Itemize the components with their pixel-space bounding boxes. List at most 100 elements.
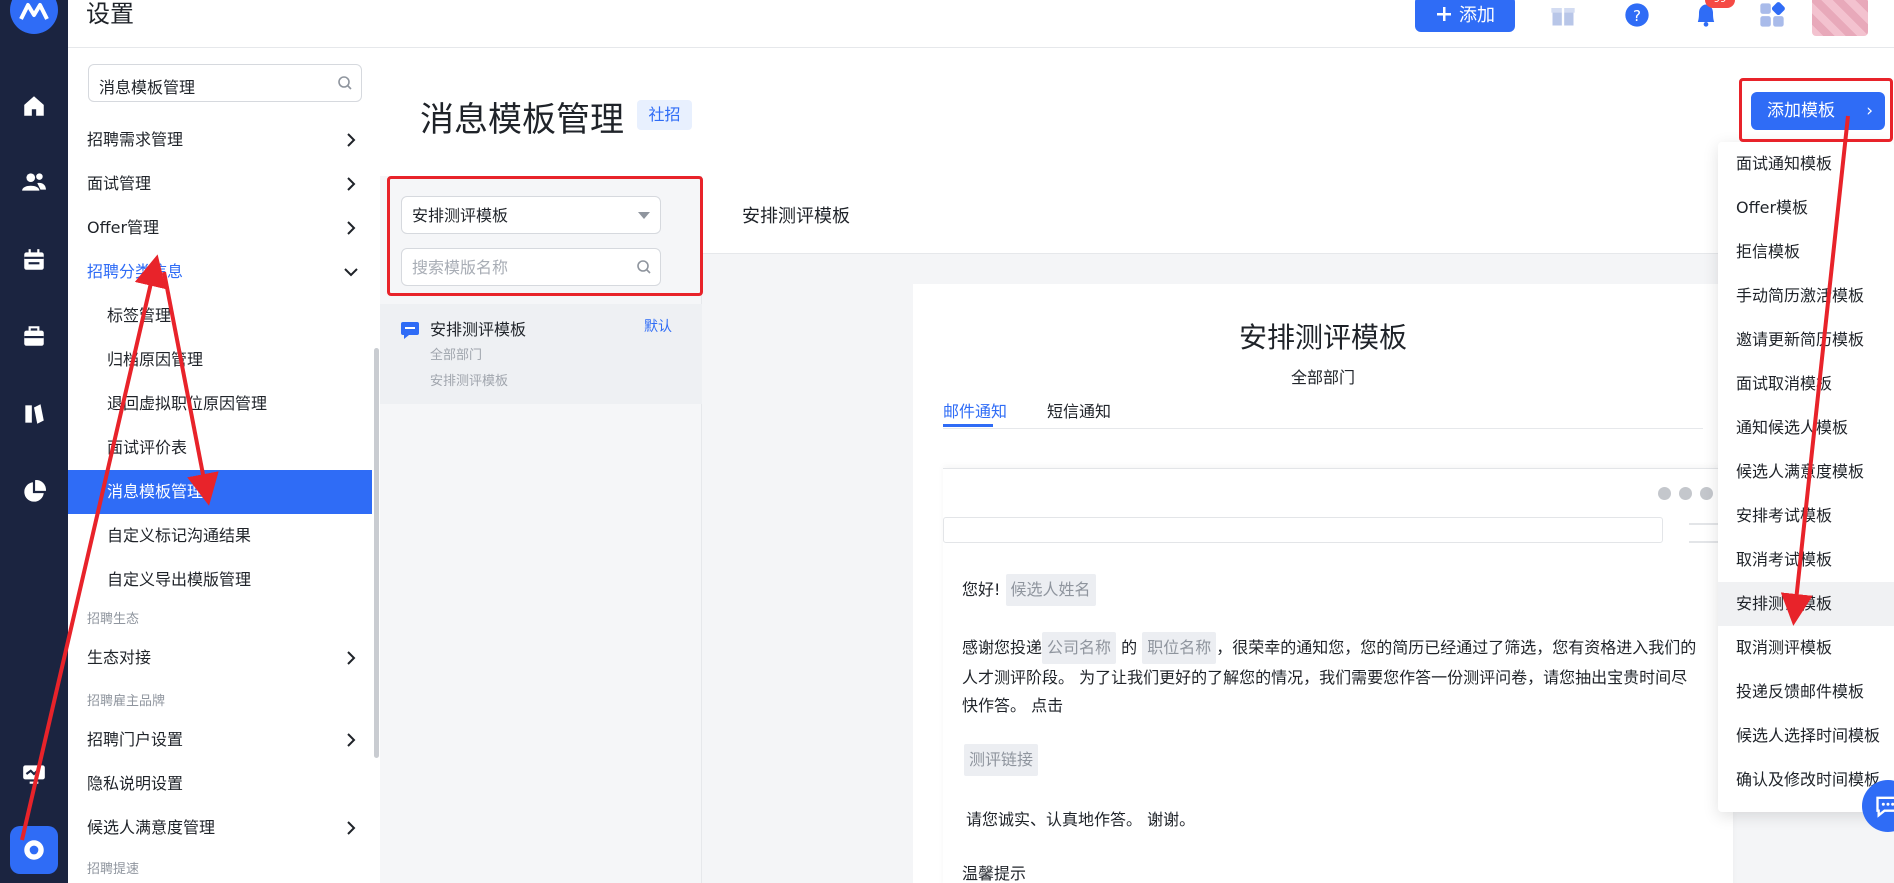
- gift-icon[interactable]: [1548, 0, 1578, 30]
- greeting-text: 您好!: [962, 580, 1001, 599]
- sidebar-item-custom-results[interactable]: 自定义标记沟通结果: [68, 514, 380, 558]
- header-title: 设置: [86, 0, 134, 28]
- sidebar-item-eco-integration[interactable]: 生态对接: [68, 636, 380, 680]
- preview-header-title: 安排测评模板: [742, 206, 850, 227]
- notification-badge: 99: [1705, 0, 1735, 8]
- tab-divider: [943, 428, 1703, 429]
- sidebar-item-label: 面试管理: [87, 174, 152, 193]
- preview-department: 全部部门: [1290, 368, 1355, 387]
- sidebar-item-portal-settings[interactable]: 招聘门户设置: [68, 718, 380, 762]
- svg-text:?: ?: [1633, 7, 1641, 25]
- recruit-type-tag[interactable]: 社招: [637, 100, 692, 130]
- chevron-right-icon: [347, 733, 356, 747]
- preview-header: 安排测评模板: [702, 176, 1894, 254]
- chevron-right-icon: [347, 651, 356, 665]
- sidebar-item-satisfaction[interactable]: 候选人满意度管理: [68, 806, 380, 850]
- menu-item-cancel-assessment[interactable]: 取消测评模板: [1718, 626, 1894, 670]
- user-avatar[interactable]: [1812, 0, 1868, 36]
- briefcase-icon[interactable]: [20, 322, 48, 350]
- page-title: 消息模板管理: [420, 100, 624, 140]
- sidebar-item-message-templates[interactable]: 消息模板管理: [68, 470, 372, 514]
- chevron-right-icon: [347, 821, 356, 835]
- sidebar-item-label: 招聘门户设置: [87, 730, 184, 749]
- eval-link-placeholder[interactable]: 测评链接: [964, 744, 1039, 776]
- sidebar-item-label: 自定义导出模版管理: [107, 570, 252, 589]
- email-paragraph-2: 请您诚实、认真地作答。 谢谢。: [966, 810, 1196, 829]
- email-greeting-line: 您好! 候选人姓名: [962, 574, 1096, 606]
- sidebar-item-privacy[interactable]: 隐私说明设置: [68, 762, 380, 806]
- sidebar-item-archive-reasons[interactable]: 归档原因管理: [68, 338, 380, 382]
- sidebar-item-export-templates[interactable]: 自定义导出模版管理: [68, 558, 380, 602]
- mock-url-bar: [943, 517, 1663, 543]
- sidebar-item-return-reasons[interactable]: 退回虚拟职位原因管理: [68, 382, 380, 426]
- app-grid-icon[interactable]: [1757, 0, 1787, 30]
- sidebar-item-recruit-category[interactable]: 招聘分类信息: [68, 250, 380, 294]
- analytics-pie-icon[interactable]: [20, 478, 48, 506]
- sidebar-item-label: 招聘分类信息: [87, 262, 184, 281]
- menu-item-resume-activation[interactable]: 手动简历激活模板: [1718, 274, 1894, 318]
- sidebar-group-ecosystem: 招聘生态: [87, 612, 140, 627]
- settings-search-input[interactable]: 消息模板管理: [88, 64, 362, 102]
- tab-sms-notice[interactable]: 短信通知: [1047, 398, 1111, 422]
- sidebar-item-label: 消息模板管理: [107, 482, 204, 501]
- sidebar-item-label: 归档原因管理: [107, 350, 204, 369]
- menu-item-offer[interactable]: Offer模板: [1718, 186, 1894, 230]
- global-add-button[interactable]: 添加: [1415, 0, 1515, 32]
- sidebar-item-tags[interactable]: 标签管理: [68, 294, 380, 338]
- highlight-box-template-filter: [387, 176, 703, 296]
- global-add-label: 添加: [1459, 5, 1495, 26]
- menu-item-notify-candidate[interactable]: 通知候选人模板: [1718, 406, 1894, 450]
- company-name-placeholder: 公司名称: [1042, 632, 1117, 664]
- highlight-box-add-template: [1739, 78, 1893, 142]
- template-name: 安排测评模板: [430, 320, 527, 339]
- sidebar-item-label: 招聘需求管理: [87, 130, 184, 149]
- sidebar-group-speedup: 招聘提速: [87, 862, 140, 877]
- sidebar-item-label: 退回虚拟职位原因管理: [107, 394, 268, 413]
- sidebar-item-label: 生态对接: [87, 648, 152, 667]
- home-icon[interactable]: [20, 92, 48, 120]
- sidebar-item-label: 自定义标记沟通结果: [107, 526, 252, 545]
- help-icon[interactable]: ?: [1622, 0, 1652, 30]
- menu-item-cancel-exam[interactable]: 取消考试模板: [1718, 538, 1894, 582]
- message-icon: [401, 322, 419, 339]
- preview-title: 安排测评模板: [1238, 321, 1407, 354]
- sidebar-item-label: 隐私说明设置: [87, 774, 184, 793]
- active-tab-indicator: [943, 424, 993, 427]
- menu-item-schedule-assessment[interactable]: 安排测评模板: [1718, 582, 1894, 626]
- settings-gear-icon[interactable]: [10, 826, 58, 874]
- tab-email-notice[interactable]: 邮件通知: [943, 398, 1007, 422]
- menu-item-resume-update[interactable]: 邀请更新简历模板: [1718, 318, 1894, 362]
- menu-icon: [1689, 523, 1719, 543]
- sidebar-item-offer[interactable]: Offer管理: [68, 206, 380, 250]
- book-icon[interactable]: [20, 400, 48, 428]
- chevron-right-icon: [347, 177, 356, 191]
- paragraph-text: 感谢您投递: [962, 638, 1043, 657]
- calendar-icon[interactable]: [20, 246, 48, 274]
- menu-item-application-feedback[interactable]: 投递反馈邮件模板: [1718, 670, 1894, 714]
- window-dots: [1650, 485, 1713, 504]
- sidebar-item-label: 标签管理: [107, 306, 172, 325]
- app-nav-rail: [0, 0, 68, 883]
- app-logo-icon[interactable]: [10, 0, 58, 34]
- sidebar-item-label: 候选人满意度管理: [87, 818, 216, 837]
- sidebar-group-employer-brand: 招聘雇主品牌: [87, 694, 166, 709]
- sidebar-item-recruit-demand[interactable]: 招聘需求管理: [68, 118, 380, 162]
- sidebar-item-interview-forms[interactable]: 面试评价表: [68, 426, 380, 470]
- settings-search-value: 消息模板管理: [99, 78, 196, 97]
- sidebar-scrollbar[interactable]: [374, 348, 379, 758]
- menu-item-candidate-time-select[interactable]: 候选人选择时间模板: [1718, 714, 1894, 758]
- email-link-line: 测评链接: [964, 744, 1039, 776]
- menu-item-satisfaction[interactable]: 候选人满意度模板: [1718, 450, 1894, 494]
- monitor-icon[interactable]: [20, 760, 48, 788]
- menu-item-rejection[interactable]: 拒信模板: [1718, 230, 1894, 274]
- top-header: 设置 添加 ? 99: [68, 0, 1894, 48]
- menu-item-schedule-exam[interactable]: 安排考试模板: [1718, 494, 1894, 538]
- search-icon: [338, 76, 352, 90]
- email-paragraph-1: 感谢您投递 公司名称 的 职位名称 ，很荣幸的通知您，您的简历已经通过了筛选，您有资…: [962, 632, 1702, 720]
- menu-item-interview-cancel[interactable]: 面试取消模板: [1718, 362, 1894, 406]
- template-list-item[interactable]: 安排测评模板 默认 全部部门 安排测评模板: [380, 304, 702, 404]
- candidates-icon[interactable]: [20, 168, 48, 196]
- sidebar-item-interview[interactable]: 面试管理: [68, 162, 380, 206]
- menu-item-interview-notice[interactable]: 面试通知模板: [1718, 142, 1894, 186]
- email-tip: 温馨提示: [962, 864, 1027, 883]
